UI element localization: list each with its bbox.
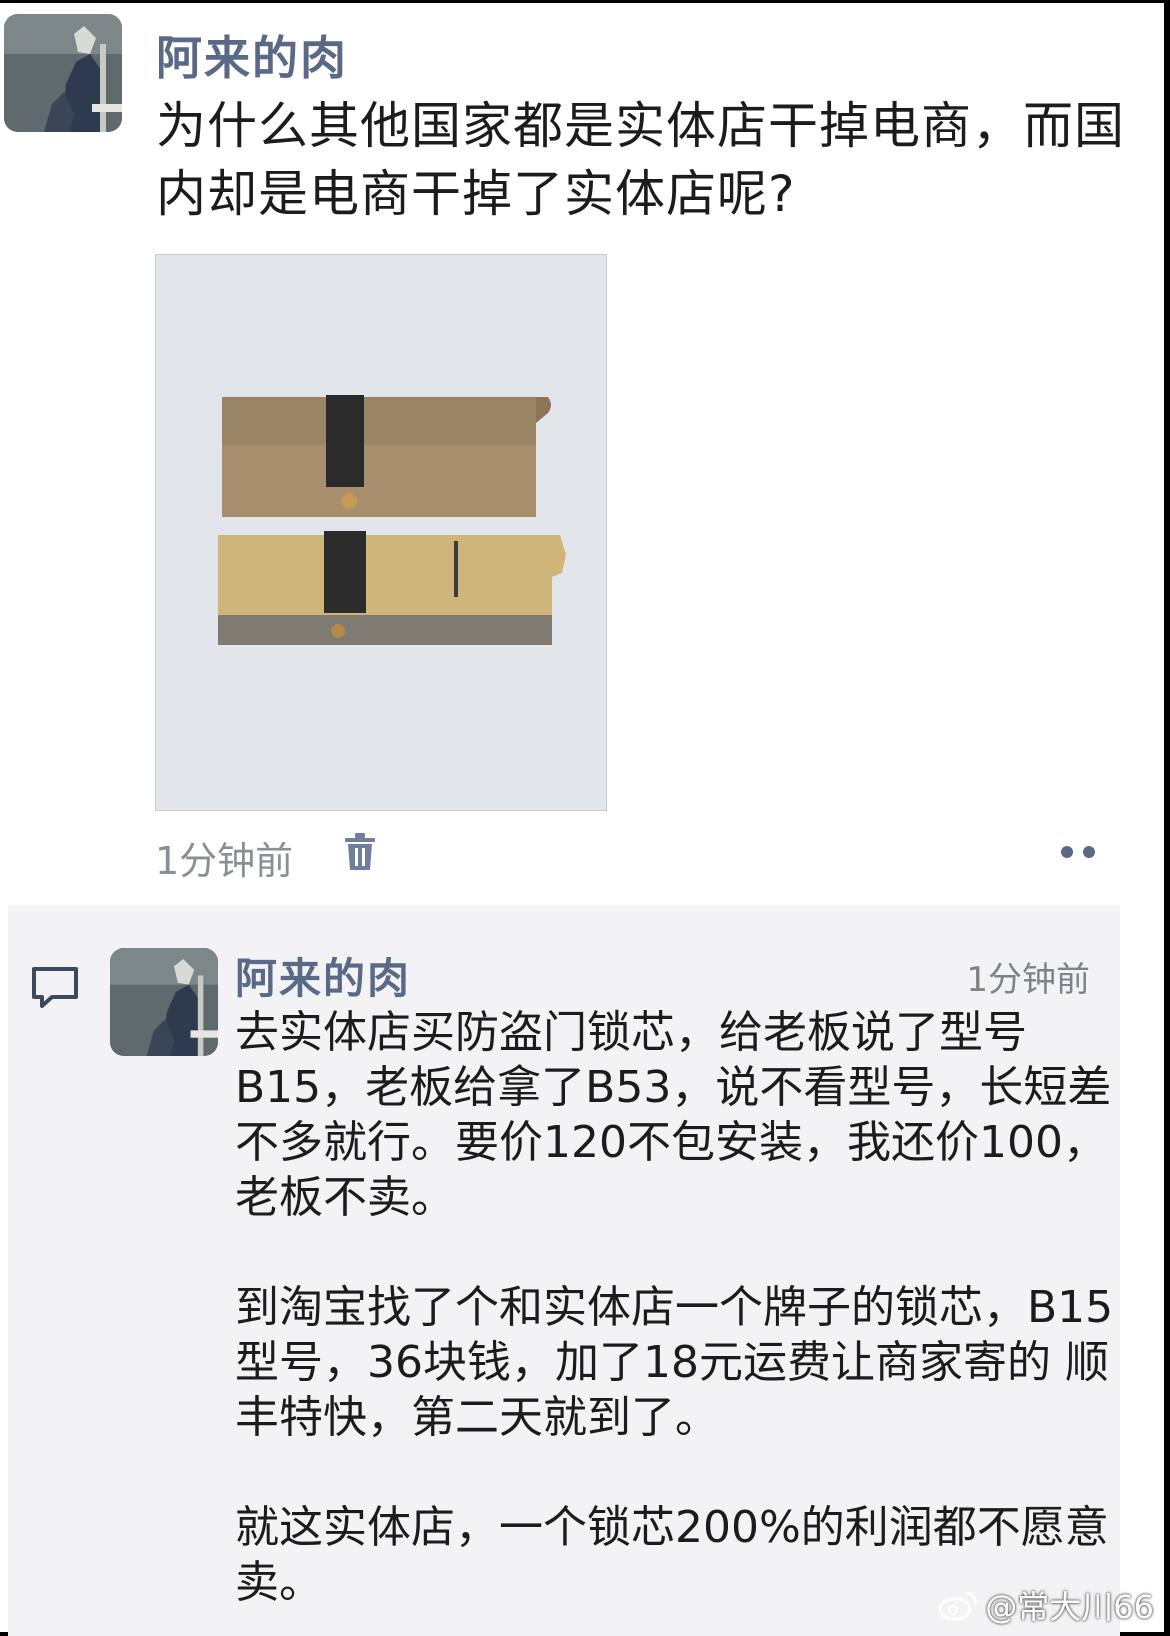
frame-edge-right [1164,0,1170,1636]
post-author-avatar[interactable] [4,14,122,132]
comment-paragraph-1: 去实体店买防盗门锁芯，给老板说了型号B15，老板给拿了B53，说不看型号，长短差… [235,1007,1112,1223]
frame-edge-top [0,0,1170,3]
comment-bubble-icon[interactable] [30,965,80,1009]
weibo-logo-icon [938,1591,978,1621]
more-dots-icon[interactable] [1052,842,1104,862]
comment-author-name[interactable]: 阿来的肉 [235,945,411,1006]
comment-author-avatar[interactable] [110,948,218,1056]
post-author-name[interactable]: 阿来的肉 [156,22,348,88]
post-timestamp: 1分钟前 [155,839,294,883]
comment-paragraph-2: 到淘宝找了个和实体店一个牌子的锁芯，B15型号，36块钱，加了18元运费让商家寄… [235,1282,1114,1443]
comment-text: 去实体店买防盗门锁芯，给老板说了型号B15，老板给拿了B53，说不看型号，长短差… [235,1005,1115,1610]
post-photo-lock-cylinders[interactable] [155,254,607,811]
trash-icon[interactable] [343,832,377,872]
watermark-text: @常大川66 [985,1588,1154,1626]
post-text: 为什么其他国家都是实体店干掉电商，而国内却是电商干掉了实体店呢? [156,97,1125,223]
weibo-watermark: @常大川66 [937,1582,1154,1628]
comment-timestamp: 1分钟前 [966,960,1090,1000]
